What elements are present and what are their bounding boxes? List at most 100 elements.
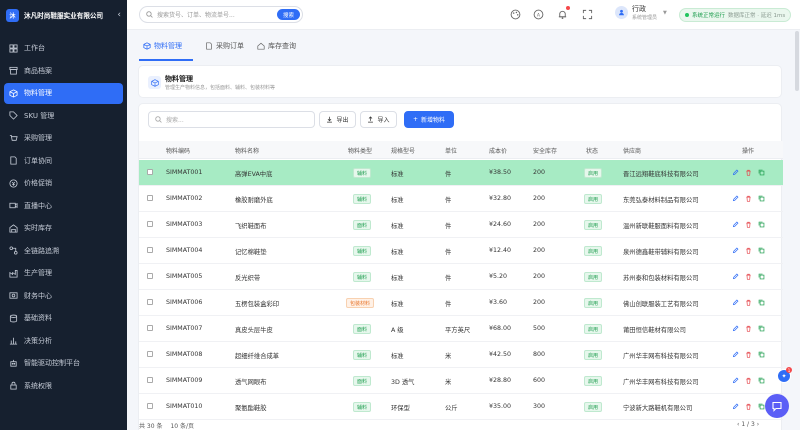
- palette-icon[interactable]: [510, 9, 521, 20]
- table-row[interactable]: SIMMAT001 高弹EVA中底 辅料 标准 件 ¥38.50 200 启用 晋江远翔鞋底科技…: [139, 160, 783, 186]
- fullscreen-icon[interactable]: [582, 9, 593, 20]
- system-status-badge: 系统正常运行 数据库正常 · 延迟 1ms: [679, 8, 792, 22]
- table-row[interactable]: SIMMAT007 真皮头层牛皮 面料 A 级 平方英尺 ¥68.00 500 启用 莆田恒信鞋…: [139, 316, 783, 342]
- sidebar-item[interactable]: 系统权限: [4, 375, 123, 396]
- delete-icon[interactable]: [745, 351, 752, 358]
- copy-icon[interactable]: [758, 247, 765, 254]
- language-icon[interactable]: A: [533, 9, 544, 20]
- total-count: 共 30 条: [139, 423, 163, 430]
- table-row[interactable]: SIMMAT010 聚氨酯鞋胶 辅料 环保型 公斤 ¥35.00 300 启用 宁波新大路鞋机有…: [139, 394, 783, 420]
- row-checkbox[interactable]: [147, 273, 153, 279]
- global-search[interactable]: 搜索货号、订单、物流单号... 搜索: [139, 6, 303, 23]
- sidebar-item[interactable]: 智能驱动控制平台: [4, 353, 123, 374]
- next-page-icon[interactable]: ›: [755, 421, 759, 428]
- sidebar-item[interactable]: 财务中心: [4, 285, 123, 306]
- table-row[interactable]: SIMMAT006 五楞包装盒彩印 包装材料 标准 件 ¥3.60 200 启用 佛山创联服装工…: [139, 290, 783, 316]
- copy-icon[interactable]: [758, 195, 765, 202]
- table-row[interactable]: SIMMAT005 反光织带 辅料 标准 件 ¥5.20 200 启用 苏州泰和包装材料有限公司: [139, 264, 783, 290]
- sidebar: 沐 沐凡时尚鞋服实业有限公司 ‹ 工作台商品档案物料管理 SKU 管理 采购管理 订单…: [0, 0, 127, 430]
- brand-name: 沐凡时尚鞋服实业有限公司: [24, 12, 104, 20]
- material-code: SIMMAT008: [166, 351, 203, 358]
- row-checkbox[interactable]: [147, 403, 153, 409]
- sidebar-item-label: 商品档案: [24, 66, 52, 75]
- row-checkbox[interactable]: [147, 195, 153, 201]
- copy-icon[interactable]: [758, 273, 765, 280]
- sidebar-item[interactable]: SKU 管理: [4, 105, 123, 126]
- delete-icon[interactable]: [745, 325, 752, 332]
- edit-icon[interactable]: [732, 377, 739, 384]
- sidebar-item[interactable]: 决策分析: [4, 330, 123, 351]
- copy-icon[interactable]: [758, 377, 765, 384]
- edit-icon[interactable]: [732, 247, 739, 254]
- edit-icon[interactable]: [732, 273, 739, 280]
- delete-icon[interactable]: [745, 377, 752, 384]
- tab[interactable]: 库存查询: [257, 41, 296, 51]
- row-checkbox[interactable]: [147, 299, 153, 305]
- table-search[interactable]: 搜索...: [148, 111, 315, 128]
- add-material-button[interactable]: + 新增物料: [404, 111, 454, 128]
- row-checkbox[interactable]: [147, 325, 153, 331]
- export-button[interactable]: 导出: [319, 111, 356, 128]
- copy-icon[interactable]: [758, 325, 765, 332]
- global-search-input[interactable]: 搜索货号、订单、物流单号...: [157, 10, 235, 19]
- page-size-select[interactable]: 10 条/页: [170, 421, 194, 430]
- sidebar-item[interactable]: 实时库存: [4, 218, 123, 239]
- table-row[interactable]: SIMMAT009 透气网眼布 面料 3D 透气 米 ¥28.80 600 启用 广州华丰网布科…: [139, 368, 783, 394]
- row-checkbox[interactable]: [147, 247, 153, 253]
- edit-icon[interactable]: [732, 403, 739, 410]
- sidebar-item[interactable]: 全链路追溯: [4, 240, 123, 261]
- delete-icon[interactable]: [745, 247, 752, 254]
- sidebar-item[interactable]: 物料管理: [4, 82, 123, 104]
- tab[interactable]: 采购订单: [205, 41, 244, 51]
- sidebar-item[interactable]: 商品档案: [4, 60, 123, 81]
- delete-icon[interactable]: [745, 403, 752, 410]
- chat-button[interactable]: [765, 394, 789, 418]
- table-row[interactable]: SIMMAT004 记忆棉鞋垫 辅料 标准 件 ¥12.40 200 启用 泉州德鑫鞋带辅料有限…: [139, 238, 783, 264]
- sidebar-item[interactable]: 直播中心: [4, 195, 123, 216]
- global-search-button[interactable]: 搜索: [276, 9, 300, 20]
- edit-icon[interactable]: [732, 299, 739, 306]
- row-checkbox[interactable]: [147, 377, 153, 383]
- copy-icon[interactable]: [758, 169, 765, 176]
- import-button[interactable]: 导入: [360, 111, 397, 128]
- sidebar-item[interactable]: 订单协同: [4, 150, 123, 171]
- copy-icon[interactable]: [758, 351, 765, 358]
- row-checkbox[interactable]: [147, 169, 153, 175]
- copy-icon[interactable]: [758, 403, 765, 410]
- cost-price: ¥5.20: [489, 273, 508, 280]
- delete-icon[interactable]: [745, 195, 752, 202]
- edit-icon[interactable]: [732, 169, 739, 176]
- edit-icon[interactable]: [732, 195, 739, 202]
- sidebar-item[interactable]: 价格促销: [4, 173, 123, 194]
- collapse-sidebar-icon[interactable]: ‹: [117, 10, 121, 20]
- delete-icon[interactable]: [745, 221, 752, 228]
- assistant-float-button[interactable]: ✦ 1: [777, 367, 792, 383]
- delete-icon[interactable]: [745, 299, 752, 306]
- table-row[interactable]: SIMMAT003 飞织鞋面布 面料 标准 件 ¥24.60 200 启用 温州新联鞋服面料有限…: [139, 212, 783, 238]
- user-menu[interactable]: 行政 系统管理员 ▼: [615, 4, 667, 21]
- bell-icon[interactable]: [557, 9, 568, 20]
- sidebar-item[interactable]: 采购管理: [4, 128, 123, 149]
- sidebar-item[interactable]: 生产管理: [4, 263, 123, 284]
- row-checkbox[interactable]: [147, 351, 153, 357]
- edit-icon[interactable]: [732, 325, 739, 332]
- brand-logo: 沐: [6, 8, 19, 22]
- sidebar-item[interactable]: 工作台: [4, 38, 123, 59]
- user-name: 行政: [632, 5, 646, 13]
- tab[interactable]: 物料管理: [143, 41, 182, 51]
- delete-icon[interactable]: [745, 273, 752, 280]
- table-row[interactable]: SIMMAT008 超细纤维合成革 辅料 标准 米 ¥42.50 800 启用 广州华丰网布科技…: [139, 342, 783, 368]
- delete-icon[interactable]: [745, 169, 752, 176]
- table-row[interactable]: SIMMAT002 橡胶耐磨外底 辅料 标准 件 ¥32.80 200 启用 东莞弘泰材料制品有…: [139, 186, 783, 212]
- material-name: 飞织鞋面布: [235, 223, 267, 230]
- row-checkbox[interactable]: [147, 221, 153, 227]
- page-info: ‹ 1 / 3 ›: [737, 421, 759, 428]
- sidebar-item[interactable]: 基础资料: [4, 308, 123, 329]
- safety-stock: 200: [533, 273, 546, 280]
- brand: 沐 沐凡时尚鞋服实业有限公司 ‹: [0, 0, 127, 30]
- table-search-input[interactable]: 搜索...: [166, 115, 184, 124]
- copy-icon[interactable]: [758, 221, 765, 228]
- copy-icon[interactable]: [758, 299, 765, 306]
- edit-icon[interactable]: [732, 351, 739, 358]
- edit-icon[interactable]: [732, 221, 739, 228]
